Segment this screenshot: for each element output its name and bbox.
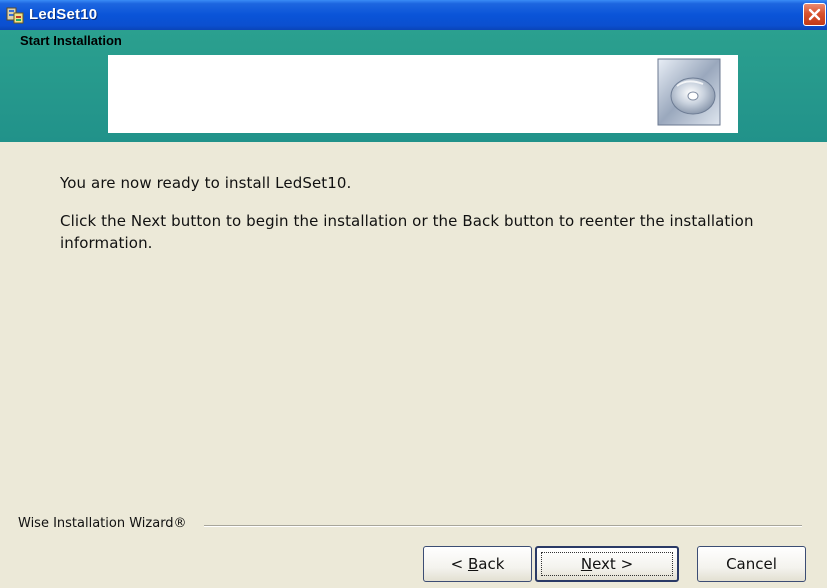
page-title: Start Installation: [20, 33, 122, 48]
instruction-message: Click the Next button to begin the insta…: [60, 212, 754, 252]
installer-icon: [5, 5, 25, 25]
cancel-button-label: Cancel: [726, 555, 777, 573]
next-button[interactable]: Next >: [535, 546, 679, 582]
cancel-button[interactable]: Cancel: [697, 546, 806, 582]
window-title: LedSet10: [29, 6, 98, 23]
banner-panel: [108, 55, 738, 133]
title-bar[interactable]: LedSet10: [0, 0, 827, 30]
ready-message: You are now ready to install LedSet10.: [60, 174, 352, 192]
back-button[interactable]: < Back: [423, 546, 532, 582]
close-button[interactable]: [803, 3, 826, 26]
cd-disc-icon: [657, 58, 721, 126]
wizard-brand-label: Wise Installation Wizard®: [18, 516, 187, 531]
back-button-label: < Back: [450, 555, 505, 573]
close-icon: [808, 8, 821, 21]
next-button-label: Next >: [580, 555, 634, 573]
footer-divider: [204, 525, 802, 527]
